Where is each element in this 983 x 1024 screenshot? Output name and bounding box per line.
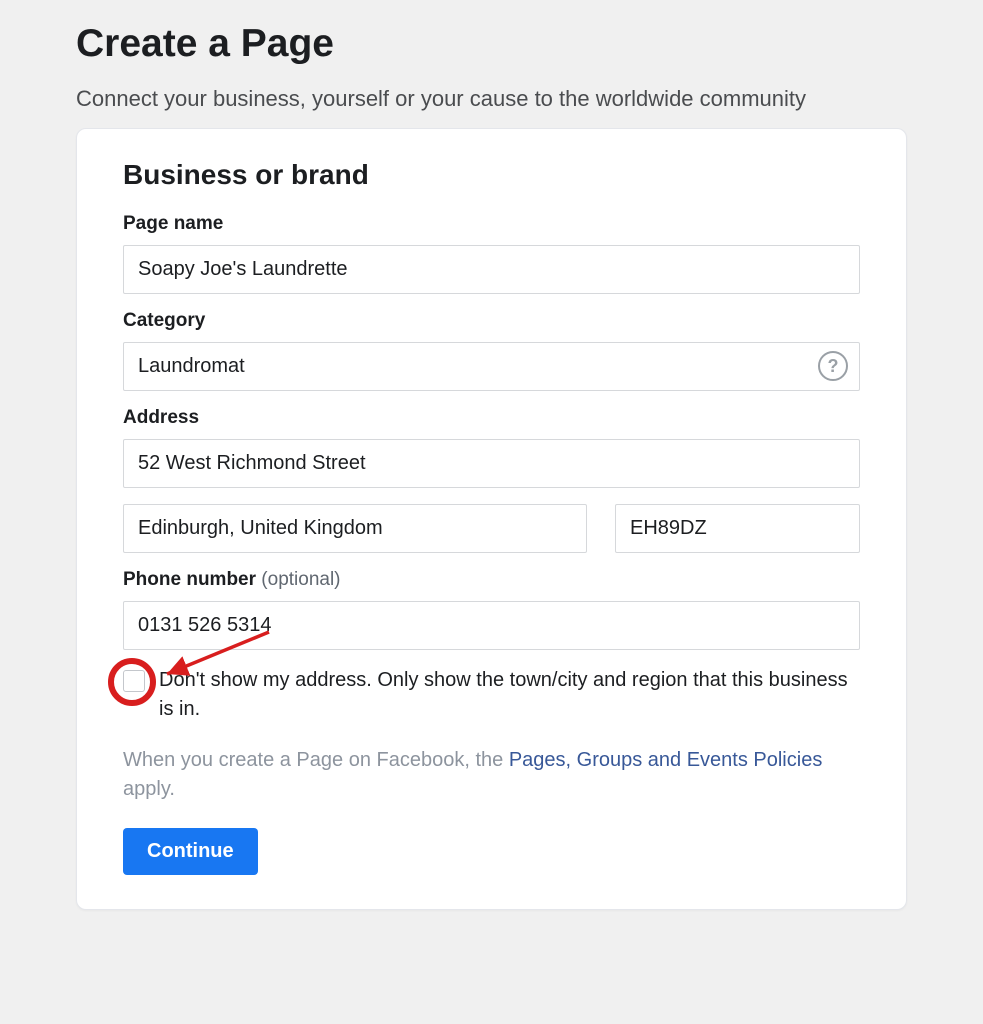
address-label: Address [123, 407, 860, 429]
phone-input[interactable] [123, 601, 860, 650]
policy-prefix: When you create a Page on Facebook, the [123, 749, 509, 771]
street-input[interactable] [123, 439, 860, 488]
policy-text: When you create a Page on Facebook, the … [123, 746, 860, 804]
page-name-input[interactable] [123, 245, 860, 294]
page-subtitle: Connect your business, yourself or your … [76, 84, 907, 114]
hide-address-label: Don't show my address. Only show the tow… [159, 666, 860, 724]
address-field: Address [123, 407, 860, 488]
category-field: Category ? [123, 310, 860, 391]
policy-suffix: apply. [123, 778, 175, 800]
phone-label-text: Phone number [123, 569, 256, 590]
section-title: Business or brand [123, 159, 860, 191]
hide-address-row: Don't show my address. Only show the tow… [123, 666, 860, 724]
continue-button[interactable]: Continue [123, 828, 258, 875]
postcode-input[interactable] [615, 504, 860, 553]
page-name-label: Page name [123, 213, 860, 235]
category-label: Category [123, 310, 860, 332]
phone-label: Phone number (optional) [123, 569, 860, 591]
page-title: Create a Page [76, 22, 907, 66]
address-row-2 [123, 504, 860, 553]
page-name-field: Page name [123, 213, 860, 294]
city-input[interactable] [123, 504, 587, 553]
category-input[interactable] [123, 342, 860, 391]
phone-field: Phone number (optional) [123, 569, 860, 650]
hide-address-checkbox[interactable] [123, 670, 145, 692]
help-icon[interactable]: ? [818, 351, 848, 381]
policies-link[interactable]: Pages, Groups and Events Policies [509, 749, 823, 771]
form-card: Business or brand Page name Category ? A… [76, 128, 907, 910]
phone-optional-text: (optional) [261, 569, 340, 590]
